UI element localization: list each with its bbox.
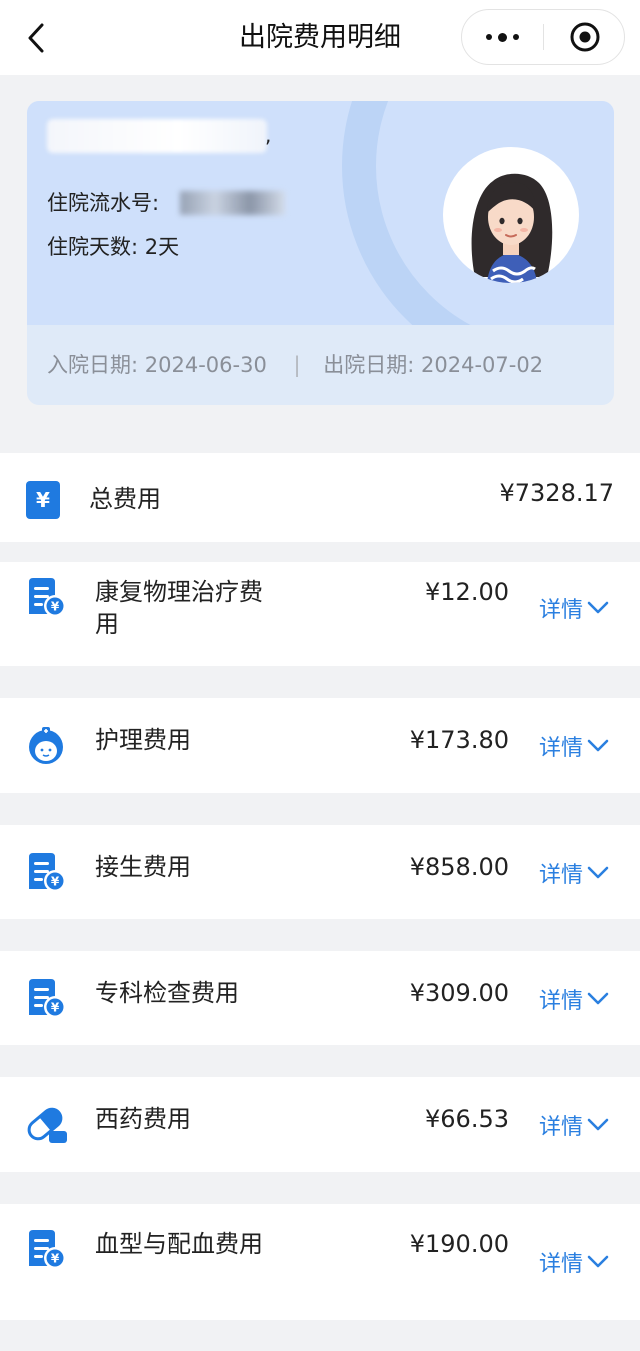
- fee-item: 西药费用 ¥66.53 详情: [0, 1077, 640, 1172]
- bill-icon: ¥: [29, 979, 66, 1018]
- date-separator: |: [293, 353, 301, 377]
- fee-item-amount: ¥12.00: [425, 578, 509, 606]
- chevron-down-icon: [587, 992, 609, 1005]
- stay-days-row: 住院天数: 2天: [47, 231, 179, 261]
- chevron-down-icon: [587, 601, 609, 614]
- discharge-date-value: 2024-07-02: [421, 353, 544, 377]
- total-fee-amount: ¥7328.17: [499, 479, 614, 507]
- bill-icon: ¥: [29, 578, 66, 617]
- detail-toggle-label: 详情: [539, 863, 584, 888]
- close-mini-program-button[interactable]: [544, 10, 625, 64]
- detail-toggle-button[interactable]: 详情: [539, 1246, 609, 1278]
- discharge-date-label: 出院日期:: [323, 353, 415, 377]
- fee-item-label: 血型与配血费用: [95, 1230, 263, 1258]
- more-dots-icon: [486, 32, 519, 42]
- fee-item-label: 护理费用: [95, 726, 191, 754]
- detail-toggle-label: 详情: [539, 989, 584, 1014]
- patient-card: , 住院流水号: 住院天数: 2天 入院日期: 2024-06-30 | 出院日…: [27, 101, 614, 405]
- chevron-down-icon: [587, 1118, 609, 1131]
- bill-icon: ¥: [29, 1230, 66, 1269]
- svg-text:¥: ¥: [51, 1001, 60, 1015]
- detail-toggle-label: 详情: [539, 736, 584, 761]
- fee-item-label: 接生费用: [95, 853, 191, 881]
- serial-number-redacted: [180, 191, 285, 215]
- admit-date-value: 2024-06-30: [144, 353, 267, 377]
- detail-toggle-button[interactable]: 详情: [539, 592, 609, 624]
- stay-days-label: 住院天数:: [47, 235, 139, 259]
- svg-text:¥: ¥: [51, 600, 60, 614]
- target-close-icon: [570, 22, 599, 52]
- fee-item: 护理费用 ¥173.80 详情: [0, 698, 640, 793]
- fee-item-amount: ¥66.53: [425, 1105, 509, 1133]
- nav-bar: 出院费用明细: [0, 0, 640, 75]
- more-button[interactable]: [462, 10, 543, 64]
- detail-toggle-button[interactable]: 详情: [539, 857, 609, 889]
- fee-item-amount: ¥309.00: [409, 979, 509, 1007]
- total-fee-label: 总费用: [89, 485, 161, 513]
- detail-toggle-button[interactable]: 详情: [539, 730, 609, 762]
- detail-toggle-label: 详情: [539, 1115, 584, 1140]
- serial-number-label: 住院流水号:: [47, 191, 160, 215]
- admission-dates: 入院日期: 2024-06-30 | 出院日期: 2024-07-02: [47, 349, 543, 379]
- back-button[interactable]: [18, 18, 54, 58]
- pill-icon: [27, 1107, 67, 1143]
- detail-toggle-label: 详情: [539, 1252, 584, 1277]
- patient-card-header: , 住院流水号: 住院天数: 2天: [27, 101, 614, 325]
- bill-icon: ¥: [29, 853, 66, 892]
- fee-item: ¥ 接生费用 ¥858.00 详情: [0, 825, 640, 919]
- stay-days-value: 2天: [144, 235, 180, 259]
- patient-name-redacted: [47, 119, 267, 153]
- fee-item-label: 康复物理治疗费用: [95, 578, 263, 638]
- fee-item-amount: ¥190.00: [409, 1230, 509, 1258]
- patient-avatar: [443, 147, 579, 283]
- detail-toggle-button[interactable]: 详情: [539, 1109, 609, 1141]
- nurse-icon: [29, 727, 63, 764]
- fee-item: ¥ 专科检查费用 ¥309.00 详情: [0, 951, 640, 1045]
- fee-item-label: 西药费用: [95, 1105, 191, 1133]
- yen-icon: ¥: [26, 481, 60, 519]
- chevron-down-icon: [587, 1255, 609, 1268]
- total-fee-row: ¥ 总费用 ¥7328.17: [0, 453, 640, 542]
- fee-item-label: 专科检查费用: [95, 979, 239, 1007]
- chevron-down-icon: [587, 739, 609, 752]
- svg-text:¥: ¥: [51, 875, 60, 889]
- fee-item-amount: ¥858.00: [409, 853, 509, 881]
- fee-item-amount: ¥173.80: [409, 726, 509, 754]
- patient-name-tail: ,: [265, 123, 272, 147]
- chevron-left-icon: [28, 23, 44, 53]
- detail-toggle-button[interactable]: 详情: [539, 983, 609, 1015]
- detail-toggle-label: 详情: [539, 598, 584, 623]
- admit-date-label: 入院日期:: [47, 353, 139, 377]
- woman-avatar-icon: [471, 173, 553, 283]
- svg-text:¥: ¥: [51, 1252, 60, 1266]
- chevron-down-icon: [587, 866, 609, 879]
- mini-program-capsule: [461, 9, 625, 65]
- serial-number-row: 住院流水号:: [47, 187, 159, 217]
- fee-item: ¥ 康复物理治疗费用 ¥12.00 详情: [0, 562, 640, 666]
- fee-item: ¥ 血型与配血费用 ¥190.00 详情: [0, 1204, 640, 1320]
